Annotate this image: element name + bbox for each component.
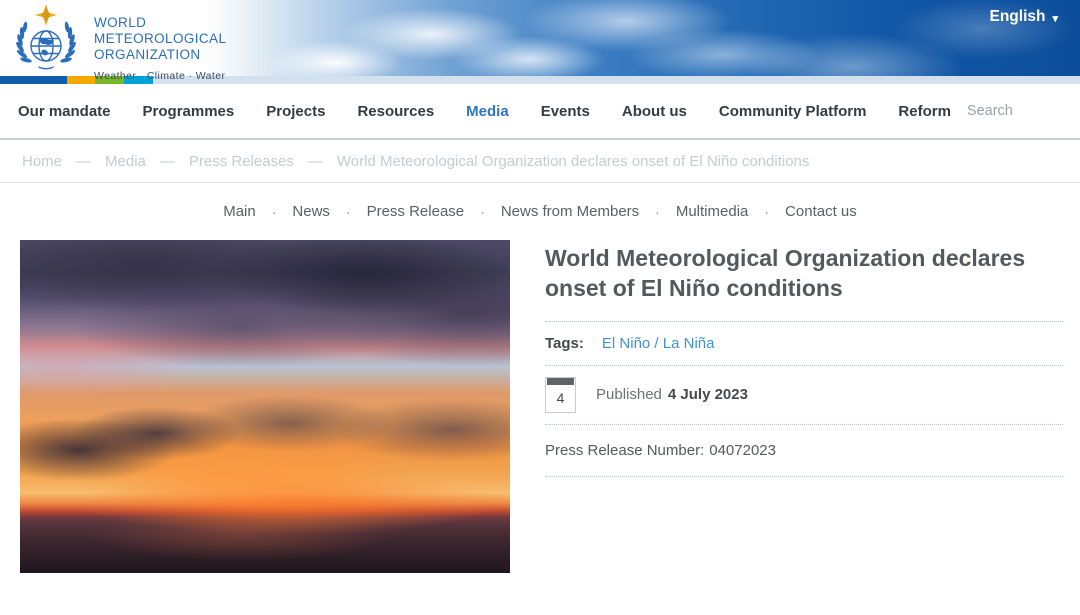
breadcrumb-current-page: World Meteorological Organization declar… <box>337 153 809 170</box>
nav-item-media[interactable]: Media <box>450 103 525 120</box>
subnav-separator: · <box>272 204 277 220</box>
press-release-number-row: Press Release Number: 04072023 <box>545 425 1063 477</box>
nav-item-reform[interactable]: Reform <box>882 103 967 120</box>
calendar-icon-header <box>547 378 574 385</box>
subnav-separator: · <box>655 204 660 220</box>
search-input[interactable] <box>967 103 1080 119</box>
search-area <box>967 97 1080 125</box>
subnav-item-news[interactable]: News <box>290 203 332 220</box>
org-tagline: Weather · Climate · Water <box>94 70 226 82</box>
nav-item-about-us[interactable]: About us <box>606 103 703 120</box>
tags-label: Tags: <box>545 335 584 352</box>
site-header: WORLD METEOROLOGICAL ORGANIZATION Weathe… <box>0 0 1080 76</box>
breadcrumb-separator: — <box>160 153 175 170</box>
stripe-segment-lightblue <box>153 76 1080 84</box>
breadcrumb-media[interactable]: Media <box>105 153 146 170</box>
nav-item-projects[interactable]: Projects <box>250 103 341 120</box>
nav-item-community-platform[interactable]: Community Platform <box>703 103 883 120</box>
calendar-icon: 4 <box>545 377 576 413</box>
subnav-separator: · <box>480 204 485 220</box>
calendar-day: 4 <box>557 390 565 412</box>
breadcrumb-separator: — <box>308 153 323 170</box>
wmo-logo[interactable]: WORLD METEOROLOGICAL ORGANIZATION Weathe… <box>12 4 226 82</box>
published-row: 4 Published 4 July 2023 <box>545 366 1063 425</box>
article-content: World Meteorological Organization declar… <box>0 240 1080 573</box>
subnav-item-main[interactable]: Main <box>221 203 258 220</box>
main-nav: Our mandate Programmes Projects Resource… <box>0 84 1080 140</box>
subnav-item-multimedia[interactable]: Multimedia <box>674 203 751 220</box>
press-release-number-value: 04072023 <box>709 442 776 459</box>
nav-item-our-mandate[interactable]: Our mandate <box>2 103 127 120</box>
page-title: World Meteorological Organization declar… <box>545 243 1063 322</box>
sunset-over-sea-photo <box>20 240 510 573</box>
breadcrumb-home[interactable]: Home <box>22 153 62 170</box>
breadcrumb-separator: — <box>76 153 91 170</box>
subnav-item-news-from-members[interactable]: News from Members <box>499 203 641 220</box>
subnav-item-contact-us[interactable]: Contact us <box>783 203 859 220</box>
nav-item-programmes[interactable]: Programmes <box>127 103 251 120</box>
press-release-number-label: Press Release Number: <box>545 442 704 459</box>
wmo-emblem-icon <box>12 4 80 70</box>
breadcrumb: Home — Media — Press Releases — World Me… <box>0 140 1080 183</box>
published-date: 4 July 2023 <box>668 386 748 403</box>
published-label: Published <box>596 386 662 403</box>
subnav-item-press-release[interactable]: Press Release <box>365 203 467 220</box>
nav-item-resources[interactable]: Resources <box>341 103 450 120</box>
subnav-separator: · <box>346 204 351 220</box>
chevron-down-icon: ▾ <box>1052 9 1058 25</box>
org-name: WORLD METEOROLOGICAL ORGANIZATION <box>94 15 226 63</box>
tags-row: Tags: El Niño / La Niña <box>545 322 1063 366</box>
article-meta-column: World Meteorological Organization declar… <box>545 240 1063 573</box>
nav-item-events[interactable]: Events <box>525 103 606 120</box>
language-selector[interactable]: English ▾ <box>989 8 1058 26</box>
tag-link-el-nino-la-nina[interactable]: El Niño / La Niña <box>602 335 715 352</box>
subnav-separator: · <box>764 204 769 220</box>
breadcrumb-press-releases[interactable]: Press Releases <box>189 153 294 170</box>
media-subnav: Main · News · Press Release · News from … <box>0 183 1080 240</box>
language-label: English <box>989 8 1045 26</box>
